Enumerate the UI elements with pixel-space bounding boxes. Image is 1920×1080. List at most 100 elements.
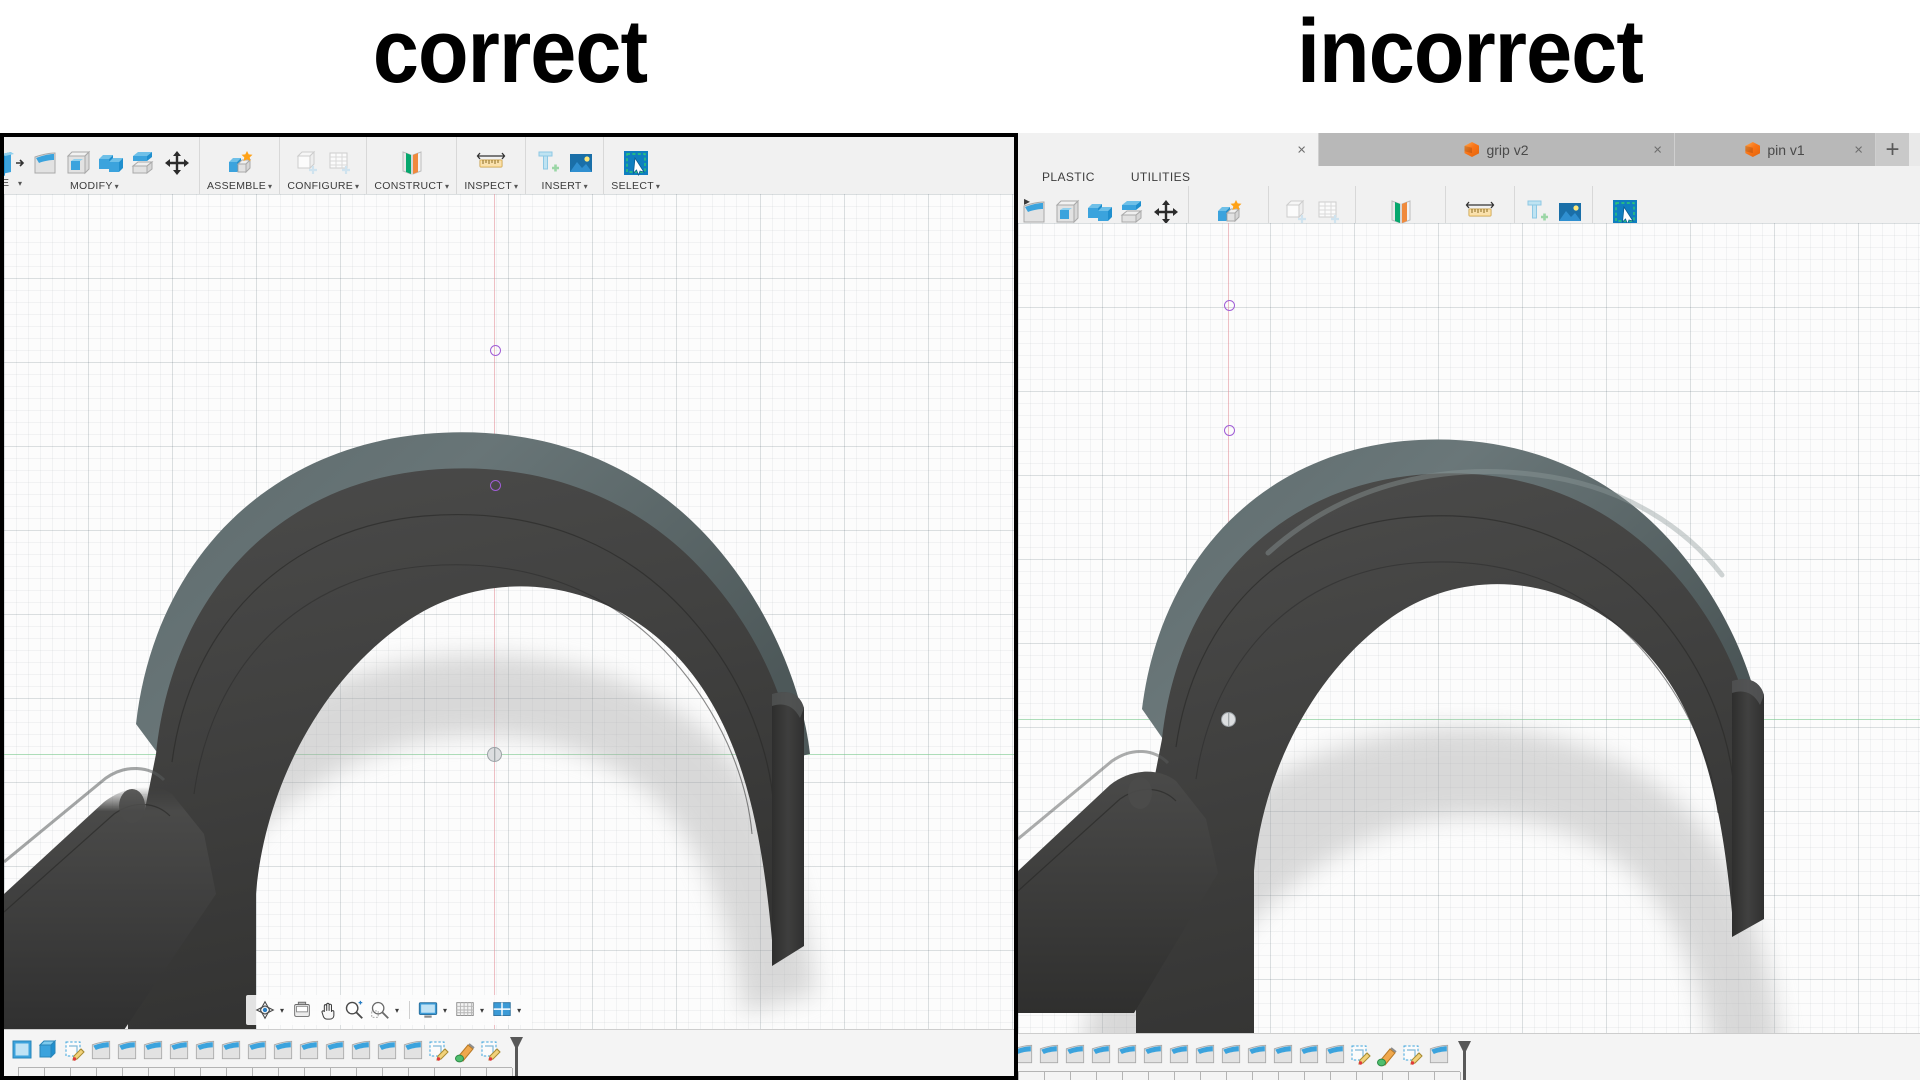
fillet-icon[interactable] — [1270, 1039, 1296, 1069]
fillet-icon[interactable] — [296, 1035, 322, 1065]
origin-marker-left[interactable] — [487, 747, 502, 762]
fillet-icon[interactable] — [1244, 1039, 1270, 1069]
sketch-edit-icon[interactable] — [1348, 1039, 1374, 1069]
chevron-down-icon[interactable]: ▾ — [268, 182, 272, 191]
document-tab-0[interactable]: × — [1018, 133, 1319, 166]
fillet-icon[interactable] — [140, 1035, 166, 1065]
fillet-icon[interactable] — [348, 1035, 374, 1065]
combine-icon[interactable] — [96, 148, 126, 178]
sketch-point-top-right[interactable] — [1223, 299, 1235, 311]
toolbar-group-label-inspect[interactable]: INSPECT▾ — [457, 178, 525, 195]
new-tab-button[interactable]: + — [1876, 133, 1909, 166]
fillet-icon[interactable] — [192, 1035, 218, 1065]
timeline-left[interactable] — [4, 1029, 1014, 1076]
fillet-icon[interactable] — [1426, 1039, 1452, 1069]
timeline-playhead[interactable] — [1458, 1041, 1471, 1080]
fillet-icon[interactable] — [400, 1035, 426, 1065]
zoom-window-icon[interactable] — [369, 999, 391, 1021]
fillet-icon[interactable] — [88, 1035, 114, 1065]
fillet-icon[interactable] — [1114, 1039, 1140, 1069]
grid-snaps-icon[interactable] — [454, 999, 476, 1021]
document-tab-2[interactable]: pin v1 × — [1675, 133, 1876, 166]
fillet-icon[interactable] — [166, 1035, 192, 1065]
close-icon[interactable]: × — [1297, 142, 1306, 157]
fillet-icon[interactable] — [1062, 1039, 1088, 1069]
fillet-icon[interactable] — [374, 1035, 400, 1065]
viewports-icon[interactable] — [491, 999, 513, 1021]
chevron-down-icon[interactable]: ▾ — [355, 182, 359, 191]
sketch-point-top-left[interactable] — [489, 344, 501, 356]
sketch-point-mid-left[interactable] — [489, 479, 501, 491]
close-icon[interactable]: × — [1854, 142, 1863, 157]
configure-icon[interactable] — [292, 148, 322, 178]
configure-table-icon[interactable] — [325, 148, 355, 178]
timeline-right[interactable] — [1018, 1033, 1920, 1080]
fillet-icon[interactable] — [270, 1035, 296, 1065]
orbit-icon[interactable] — [254, 999, 276, 1021]
fillet-icon[interactable] — [1018, 1039, 1036, 1069]
cad-model-left[interactable] — [4, 194, 1014, 1030]
fillet-icon[interactable] — [1088, 1039, 1114, 1069]
navigation-bar-left[interactable]: ▾ ▾ ▾ ▾ ▾ — [246, 995, 533, 1025]
sketch-icon[interactable] — [10, 1035, 36, 1065]
fillet-icon[interactable] — [244, 1035, 270, 1065]
shell-icon[interactable] — [63, 148, 93, 178]
new-component-icon[interactable] — [225, 148, 255, 178]
toolbar-group-label-modify[interactable]: MODIFY▾ — [63, 178, 126, 195]
split-face-icon[interactable] — [129, 148, 159, 178]
fillet-icon[interactable] — [1296, 1039, 1322, 1069]
zoom-icon[interactable] — [343, 999, 365, 1021]
chevron-down-icon[interactable]: ▾ — [18, 179, 22, 188]
toolbar-group-label-construct[interactable]: CONSTRUCT▾ — [367, 178, 456, 195]
chevron-down-icon[interactable]: ▾ — [443, 1006, 447, 1015]
move-copy-icon[interactable] — [162, 148, 192, 178]
insert-canvas-icon[interactable] — [566, 148, 596, 178]
chevron-down-icon[interactable]: ▾ — [115, 182, 119, 191]
fillet-icon[interactable] — [1192, 1039, 1218, 1069]
document-tabs[interactable]: × grip v2 × pin v1 × + — [1018, 133, 1920, 166]
document-tab-1[interactable]: grip v2 × — [1319, 133, 1675, 166]
offset-plane-icon[interactable] — [397, 148, 427, 178]
fillet-icon[interactable] — [1036, 1039, 1062, 1069]
cad-model-right[interactable] — [1018, 223, 1920, 1078]
sketch-edit-icon[interactable] — [1400, 1039, 1426, 1069]
sketch-point-mid-right[interactable] — [1223, 424, 1235, 436]
display-settings-icon[interactable] — [417, 999, 439, 1021]
fillet-icon[interactable] — [322, 1035, 348, 1065]
chevron-down-icon[interactable]: ▾ — [656, 182, 660, 191]
fillet-icon[interactable] — [1166, 1039, 1192, 1069]
sketch-edit-icon[interactable] — [62, 1035, 88, 1065]
viewport-right[interactable]: ▾▾▾▾▾ — [1018, 223, 1920, 1078]
chevron-down-icon[interactable]: ▾ — [514, 182, 518, 191]
close-icon[interactable]: × — [1653, 142, 1662, 157]
insert-mcmaster-icon[interactable] — [533, 148, 563, 178]
chevron-down-icon[interactable]: ▾ — [480, 1006, 484, 1015]
chevron-down-icon[interactable]: ▾ — [280, 1006, 284, 1015]
timeline-playhead[interactable] — [510, 1037, 523, 1076]
press-pull-icon[interactable] — [4, 148, 27, 178]
fillet-icon[interactable] — [218, 1035, 244, 1065]
chevron-down-icon[interactable]: ▾ — [395, 1006, 399, 1015]
ribbon-tab-utilities[interactable]: UTILITIES — [1113, 170, 1209, 184]
fillet-icon[interactable] — [1140, 1039, 1166, 1069]
toolbar-group-label-assemble[interactable]: ASSEMBLE▾ — [200, 178, 279, 195]
viewport-left[interactable]: ▾ ▾ ▾ ▾ ▾ — [4, 194, 1014, 1030]
toolbar-group-label-insert[interactable]: INSERT▾ — [535, 178, 595, 195]
ribbon-tab-plastic[interactable]: PLASTIC — [1024, 170, 1113, 184]
chevron-down-icon[interactable]: ▾ — [445, 182, 449, 191]
fillet-icon[interactable] — [30, 148, 60, 178]
fillet-icon[interactable] — [1218, 1039, 1244, 1069]
toolbar-group-label-configure[interactable]: CONFIGURE▾ — [280, 178, 366, 195]
pan-icon[interactable] — [317, 999, 339, 1021]
chevron-down-icon[interactable]: ▾ — [517, 1006, 521, 1015]
measure-icon[interactable] — [476, 148, 506, 178]
sketch-edit-icon[interactable] — [478, 1035, 504, 1065]
origin-marker-right[interactable] — [1221, 712, 1236, 727]
toolbar-right-leading-arrow[interactable]: ▸ — [1024, 194, 1030, 208]
select-icon[interactable] — [621, 148, 651, 178]
chevron-down-icon[interactable]: ▾ — [584, 182, 588, 191]
toolbar-group-label-select[interactable]: SELECT▾ — [604, 178, 667, 195]
appearance-icon[interactable] — [1374, 1039, 1400, 1069]
extrude-icon[interactable] — [36, 1035, 62, 1065]
sketch-edit-icon[interactable] — [426, 1035, 452, 1065]
